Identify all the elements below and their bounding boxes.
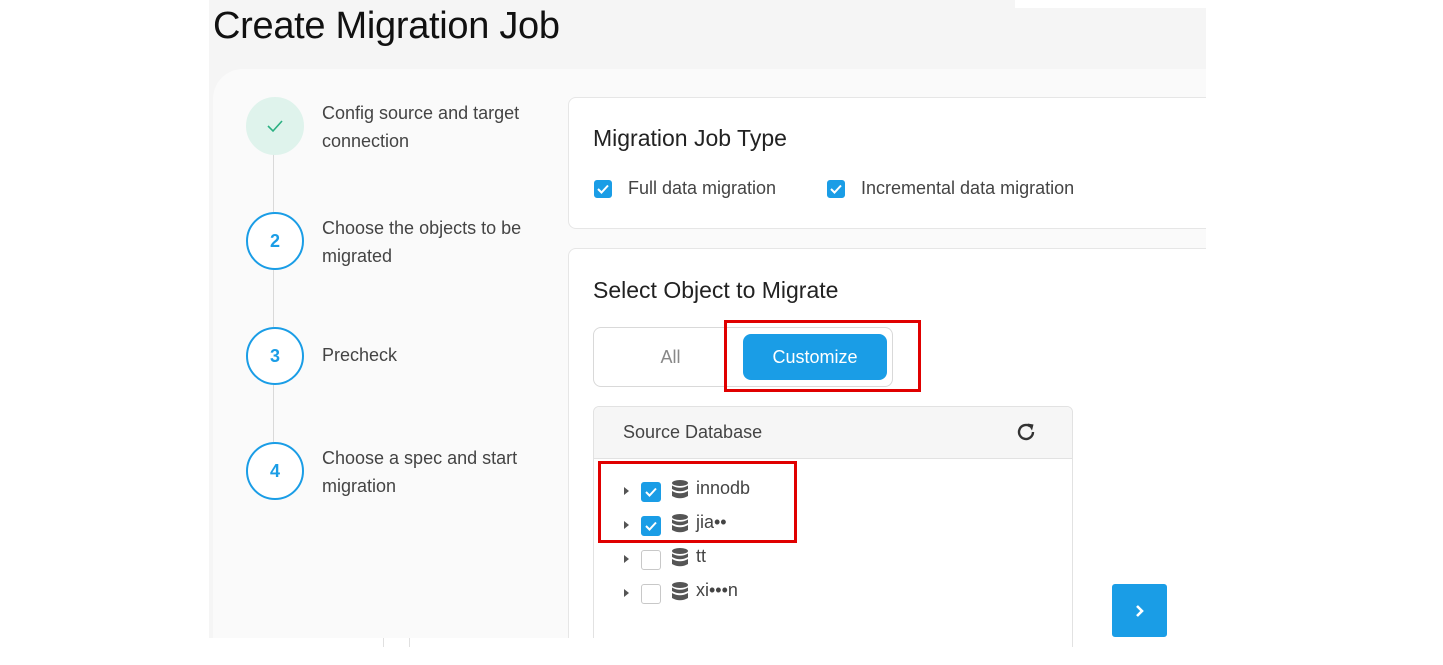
incremental-migration-checkbox[interactable]	[827, 179, 845, 198]
step-connector	[273, 382, 274, 442]
refresh-icon[interactable]	[1014, 420, 1038, 444]
database-icon	[672, 548, 688, 567]
step-number: 3	[246, 327, 304, 385]
check-icon	[267, 120, 283, 133]
full-migration-label: Full data migration	[628, 178, 777, 198]
job-type-card: Migration Job Type Full data migration I…	[568, 97, 1206, 229]
step-number: 4	[246, 442, 304, 500]
step-label: Choose a spec and start migration	[322, 448, 518, 496]
step-label: Choose the objects to be migrated	[322, 218, 522, 266]
db-checkbox[interactable]	[641, 584, 661, 604]
checkmark-icon	[597, 184, 609, 194]
step-done-circle	[246, 97, 304, 155]
step-connector	[273, 152, 274, 212]
selected-db-highlight-box	[598, 461, 797, 543]
database-icon	[672, 582, 688, 601]
bottom-bar	[209, 638, 1021, 647]
customize-highlight-box	[724, 320, 921, 392]
step-label: Precheck	[322, 345, 398, 365]
checkmark-icon	[830, 184, 842, 194]
incremental-migration-option[interactable]: Incremental data migration	[827, 178, 1074, 199]
select-object-card: Select Object to Migrate All Customize S…	[568, 248, 1206, 647]
mode-all-button[interactable]: All	[598, 334, 743, 380]
step-number: 2	[246, 212, 304, 270]
divider	[409, 638, 410, 647]
source-database-label: Source Database	[623, 422, 763, 442]
incremental-migration-label: Incremental data migration	[861, 178, 1075, 198]
tree-row[interactable]: xi•••n	[616, 580, 1016, 608]
caret-right-icon[interactable]	[621, 554, 631, 564]
tree-row[interactable]: tt	[616, 546, 1016, 574]
chevron-right-icon	[1135, 604, 1144, 617]
step-label: Config source and target connection	[322, 103, 520, 151]
db-name: tt	[696, 546, 707, 566]
tree-header: Source Database	[594, 407, 1072, 459]
top-bar-edge	[1015, 0, 1206, 8]
wizard-panel: Config source and target connection 2 Ch…	[213, 69, 1206, 647]
db-checkbox[interactable]	[641, 550, 661, 570]
step-connector	[273, 267, 274, 327]
divider	[383, 638, 384, 647]
db-name-redacted: xi•••n	[696, 580, 738, 600]
job-type-title: Migration Job Type	[593, 125, 787, 151]
caret-right-icon[interactable]	[621, 588, 631, 598]
page-title: Create Migration Job	[213, 5, 560, 47]
full-migration-checkbox[interactable]	[594, 179, 612, 198]
next-step-button[interactable]	[1112, 584, 1167, 637]
full-migration-option[interactable]: Full data migration	[594, 178, 776, 199]
select-object-title: Select Object to Migrate	[593, 277, 839, 303]
migration-job-page: Create Migration Job Config source and t…	[209, 0, 1206, 647]
